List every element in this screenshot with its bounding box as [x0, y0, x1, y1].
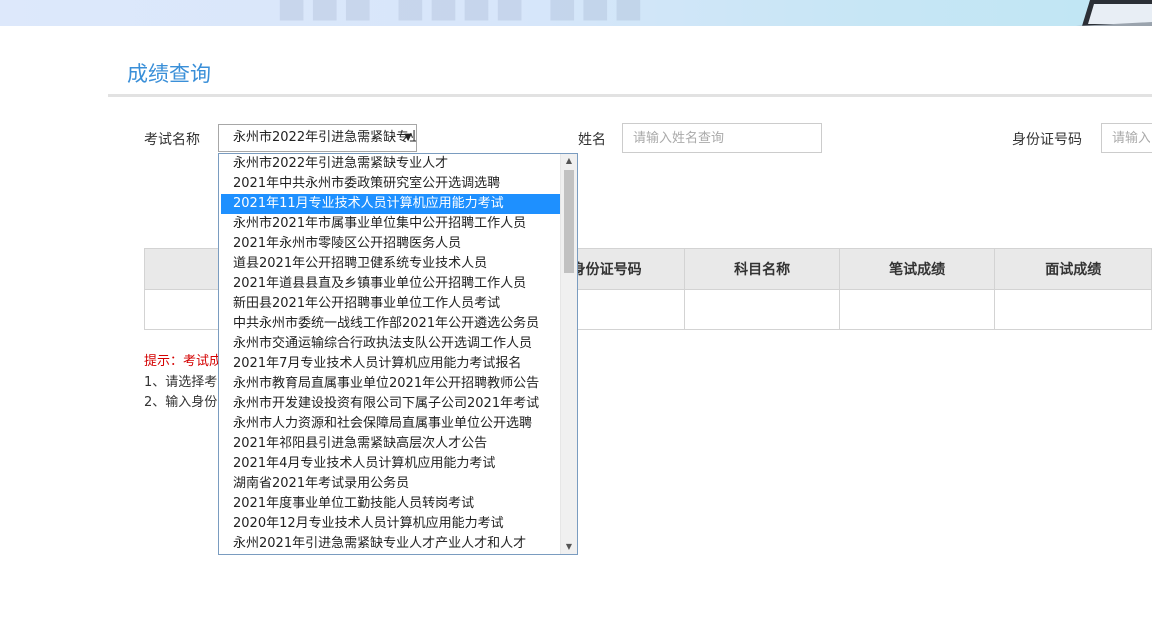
dropdown-option[interactable]: 永州市人力资源和社会保障局直属事业单位公开选聘	[219, 414, 547, 434]
dropdown-option[interactable]: 2021年4月专业技术人员计算机应用能力考试	[219, 454, 547, 474]
dropdown-option[interactable]: 2021年度事业单位工勤技能人员转岗考试	[219, 494, 547, 514]
triangle-down-icon[interactable]: ▼	[561, 540, 577, 554]
hint-line-1: 1、请选择考	[144, 375, 218, 390]
banner-watermark-decoration: ▆▆▆ ▆▆▆▆ ▆▆▆	[280, 0, 650, 21]
table-cell	[684, 289, 840, 330]
exam-select[interactable]: 永州市2022年引进急需紧缺专业人才 ▼	[218, 124, 417, 152]
dropdown-option[interactable]: 永州市2021年市属事业单位集中公开招聘工作人员	[219, 214, 547, 234]
dropdown-option[interactable]: 新田县2021年公开招聘事业单位工作人员考试	[219, 294, 547, 314]
dropdown-option[interactable]: 中共永州市委统一战线工作部2021年公开遴选公务员	[219, 314, 547, 334]
column-header-interview-score: 面试成绩	[994, 248, 1152, 290]
hint-line-2: 2、输入身份	[144, 395, 218, 410]
title-divider	[108, 94, 1152, 97]
header-banner: ▆▆▆ ▆▆▆▆ ▆▆▆	[0, 0, 1152, 26]
dropdown-option[interactable]: 2021年祁阳县引进急需紧缺高层次人才公告	[219, 434, 547, 454]
dropdown-option[interactable]: 永州2021年引进急需紧缺专业人才产业人才和人才	[219, 534, 547, 554]
name-label: 姓名	[578, 132, 606, 148]
dropdown-option[interactable]: 2021年7月专业技术人员计算机应用能力考试报名	[219, 354, 547, 374]
triangle-up-icon[interactable]: ▲	[561, 154, 577, 168]
dropdown-option[interactable]: 湖南省2021年考试录用公务员	[219, 474, 547, 494]
laptop-icon	[1076, 0, 1152, 26]
column-header-written-score: 笔试成绩	[838, 248, 996, 290]
dropdown-option[interactable]: 永州市开发建设投资有限公司下属子公司2021年考试	[219, 394, 547, 414]
dropdown-option[interactable]: 2021年11月专业技术人员计算机应用能力考试	[221, 194, 562, 214]
table-cell	[994, 289, 1152, 330]
exam-name-label: 考试名称	[144, 132, 200, 148]
table-cell	[838, 289, 996, 330]
hint-title: 提示：考试成	[144, 354, 223, 369]
dropdown-option[interactable]: 永州市教育局直属事业单位2021年公开招聘教师公告	[219, 374, 547, 394]
id-number-input[interactable]	[1101, 123, 1152, 153]
id-number-label: 身份证号码	[1012, 132, 1082, 148]
dropdown-option[interactable]: 永州市交通运输综合行政执法支队公开选调工作人员	[219, 334, 547, 354]
dropdown-option[interactable]: 2021年中共永州市委政策研究室公开选调选聘	[219, 174, 547, 194]
dropdown-option[interactable]: 永州市2022年引进急需紧缺专业人才	[219, 154, 547, 174]
name-input[interactable]	[622, 123, 822, 153]
exam-select-value: 永州市2022年引进急需紧缺专业人才	[233, 130, 416, 145]
dropdown-option[interactable]: 2020年12月专业技术人员计算机应用能力考试	[219, 514, 547, 534]
dropdown-option[interactable]: 道县2021年公开招聘卫健系统专业技术人员	[219, 254, 547, 274]
dropdown-option[interactable]: 2021年永州市零陵区公开招聘医务人员	[219, 234, 547, 254]
scrollbar-thumb[interactable]	[564, 170, 574, 273]
triangle-down-icon: ▼	[404, 132, 412, 143]
dropdown-scrollbar[interactable]: ▲ ▼	[560, 154, 577, 554]
exam-dropdown-list[interactable]: 永州市2022年引进急需紧缺专业人才 2021年中共永州市委政策研究室公开选调选聘…	[218, 153, 578, 555]
column-header-subject: 科目名称	[684, 248, 840, 290]
page-title: 成绩查询	[127, 62, 211, 86]
dropdown-option[interactable]: 2021年道县县直及乡镇事业单位公开招聘工作人员	[219, 274, 547, 294]
